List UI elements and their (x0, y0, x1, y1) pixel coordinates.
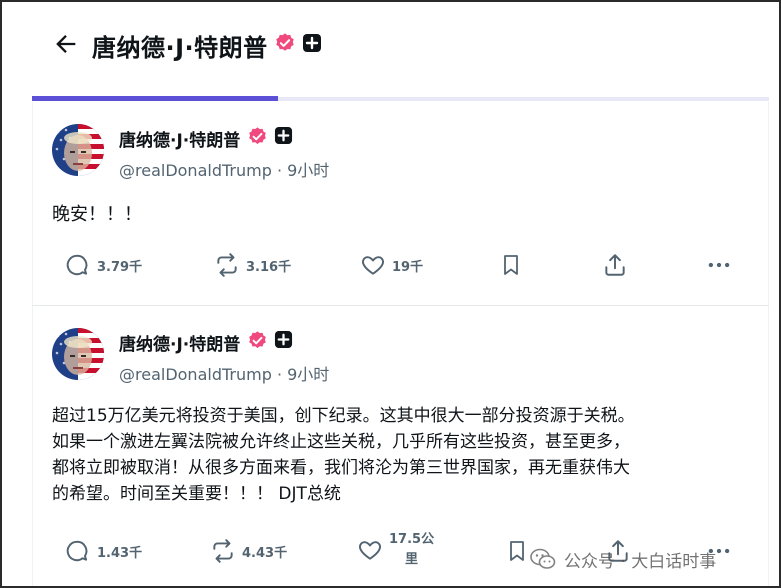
avatar-image (52, 124, 104, 176)
post-text: 超过15万亿美元将投资于美国，创下纪录。这其中很大一部分投资源于关税。 如果一个… (52, 403, 752, 507)
avatar[interactable] (52, 124, 104, 176)
post-text-line: 都将立即被取消！从很多方面来看，我们将沦为第三世界国家，再无重获伟大 (52, 458, 630, 478)
share-button[interactable] (602, 251, 628, 279)
more-options-button[interactable] (706, 252, 732, 278)
post-text: 晚安！！！ (52, 204, 142, 225)
like-count-line: 里 (405, 552, 419, 567)
timeline-right-border (768, 102, 769, 586)
heart-icon (362, 256, 384, 275)
reply-button[interactable]: 1.43千 (65, 538, 142, 564)
tab-underline-active (32, 96, 278, 101)
wechat-watermark: 公众号 · 大白话时事 (530, 544, 716, 574)
wechat-icon (530, 548, 556, 569)
back-arrow-icon[interactable] (52, 30, 80, 58)
post-text-line: 超过15万亿美元将投资于美国，创下纪录。这其中很大一部分投资源于关税。 (52, 406, 635, 426)
verified-badge-icon (249, 331, 266, 348)
plus-badge-icon (274, 330, 293, 349)
reply-count: 3.79千 (97, 259, 143, 275)
post-text-line: 如果一个激进左翼法院被允许终止这些关税，几乎所有这些投资，甚至更多， (52, 432, 630, 452)
author-handle[interactable]: @realDonaldTrump · 9小时 (119, 361, 329, 385)
plus-badge-icon (303, 34, 321, 52)
post-card[interactable]: 唐纳德·J·特朗普 @realDonaldTrump · 9小时 晚安！！！ 3… (33, 102, 768, 306)
avatar-image (52, 328, 104, 380)
avatar[interactable] (52, 328, 104, 380)
bookmark-icon (504, 255, 518, 275)
reply-button[interactable]: 3.79千 (65, 252, 142, 278)
profile-header: 唐纳德·J·特朗普 (2, 2, 779, 86)
repost-icon (217, 253, 237, 277)
bookmark-button[interactable] (505, 538, 529, 564)
reply-count: 1.43千 (97, 545, 143, 561)
app-frame: 唐纳德·J·特朗普 唐纳德·J·特朗普 @realDonaldTrump · 9… (0, 0, 781, 588)
like-count: 17.5公 里 (389, 530, 434, 570)
bookmark-icon (510, 541, 524, 561)
watermark-text: 公众号 · 大白话时事 (564, 551, 717, 572)
repost-count: 3.16千 (246, 259, 292, 275)
share-icon (605, 254, 625, 276)
reply-icon (66, 540, 88, 562)
bookmark-button[interactable] (499, 252, 523, 278)
plus-badge-icon (274, 126, 293, 145)
repost-count: 4.43千 (242, 545, 288, 561)
profile-name: 唐纳德·J·特朗普 (92, 34, 268, 62)
like-count: 19千 (392, 259, 424, 275)
repost-button[interactable]: 3.16千 (214, 252, 291, 278)
like-count-line: 17.5公 (389, 532, 435, 547)
verified-badge-icon (276, 33, 294, 51)
repost-icon (213, 539, 233, 563)
like-button[interactable]: 19千 (360, 252, 423, 278)
repost-button[interactable]: 4.43千 (210, 538, 287, 564)
more-icon (708, 262, 730, 268)
reply-icon (66, 254, 88, 276)
author-handle[interactable]: @realDonaldTrump · 9小时 (119, 157, 329, 181)
heart-icon (359, 541, 381, 560)
author-name[interactable]: 唐纳德·J·特朗普 (119, 126, 240, 151)
author-name[interactable]: 唐纳德·J·特朗普 (119, 330, 240, 355)
like-button[interactable]: 17.5公 里 (357, 530, 434, 570)
post-text-line: 的希望。时间至关重要！！！ DJT总统 (52, 484, 341, 504)
verified-badge-icon (249, 127, 266, 144)
